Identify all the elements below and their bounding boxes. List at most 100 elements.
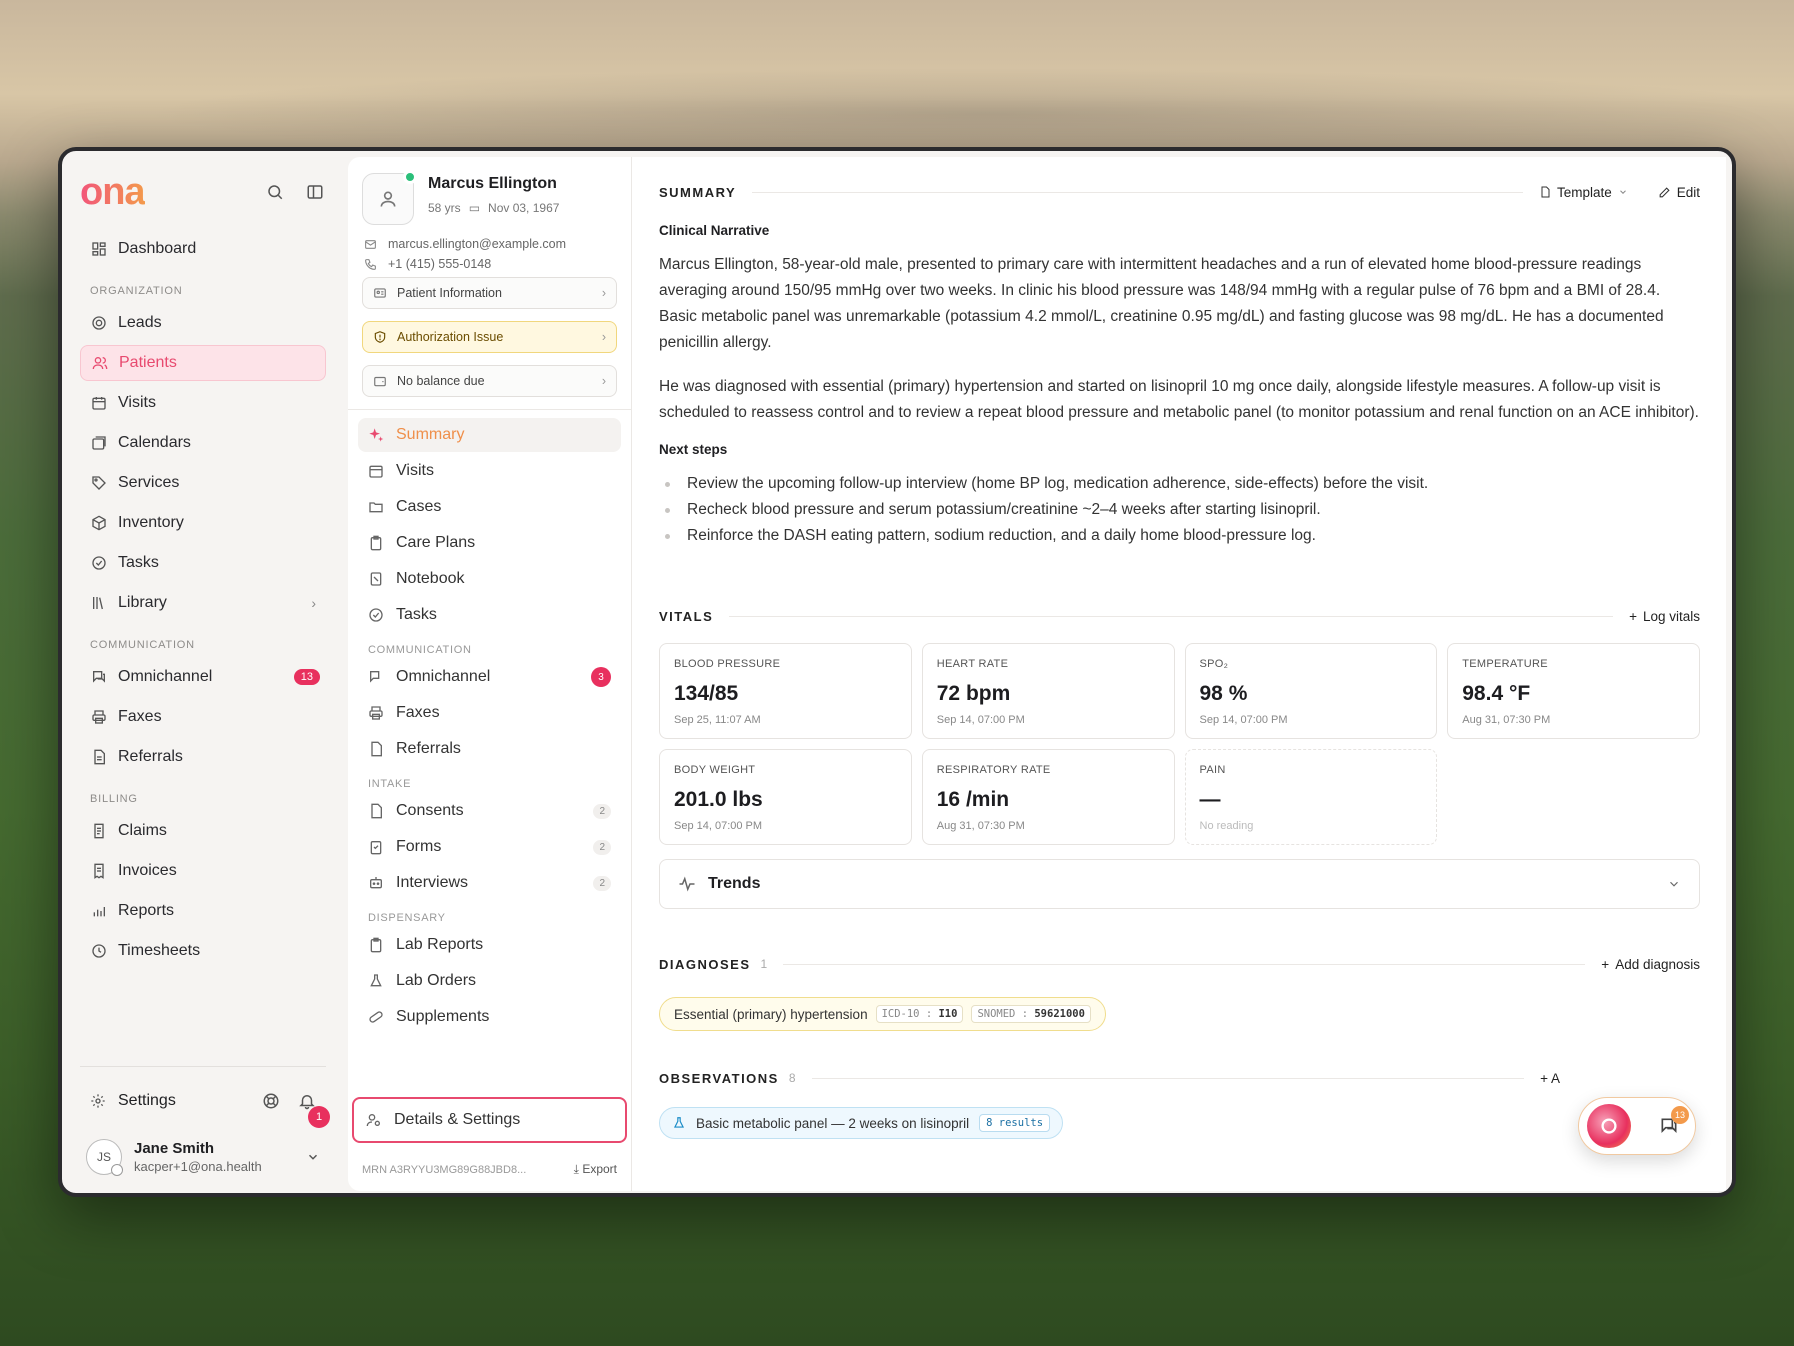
log-vitals-button[interactable]: + Log vitals [1629,609,1700,624]
assistant-orb-icon[interactable] [1587,1104,1631,1148]
robot-icon [368,875,386,891]
edit-button[interactable]: Edit [1658,185,1700,200]
results-count-tag: 8 results [979,1114,1051,1132]
patient-contact: marcus.ellington@example.com +1 (415) 55… [358,225,621,271]
observation-pill[interactable]: Basic metabolic panel — 2 weeks on lisin… [659,1107,1064,1139]
chevron-right-icon: › [311,595,316,611]
add-observation-button[interactable]: + A [1540,1071,1560,1086]
details-settings-button[interactable]: Details & Settings [352,1097,627,1143]
check-circle-icon [368,607,386,623]
subnav-label: Interviews [396,874,469,891]
nav-library[interactable]: Library › [80,585,326,621]
add-diagnosis-label: Add diagnosis [1615,956,1700,972]
clinical-narrative-title: Clinical Narrative [659,223,770,238]
vital-label: SPO₂ [1199,658,1229,670]
subnav-interviews[interactable]: Interviews 2 [358,866,621,900]
patient-avatar [362,170,417,225]
vital-card-blood-pressure[interactable]: BLOOD PRESSURE 134/85 Sep 25, 11:07 AM [659,643,912,739]
subnav-omnichannel[interactable]: Omnichannel 3 [358,660,621,694]
nav-faxes[interactable]: Faxes [80,699,326,735]
nav-claims[interactable]: Claims [80,813,326,849]
nav-omnichannel[interactable]: Omnichannel 13 [80,659,326,695]
diagnosis-pill[interactable]: Essential (primary) hypertension ICD-10 … [659,997,1106,1031]
chevron-down-icon [1619,190,1626,194]
add-diagnosis-button[interactable]: + Add diagnosis [1601,957,1700,972]
nav-reports[interactable]: Reports [80,893,326,929]
subnav-lab-orders[interactable]: Lab Orders [358,964,621,998]
document-icon [90,748,108,766]
vital-value: 201.0 lbs [674,788,763,811]
nav-calendars[interactable]: Calendars [80,425,326,461]
subnav-notebook[interactable]: Notebook [358,562,621,596]
trends-accordion[interactable]: Trends [659,859,1700,909]
sidebar-toggle-icon[interactable] [304,181,326,203]
button-label: Authorization Issue [397,330,504,344]
subsection-dispensary: DISPENSARY [368,912,446,924]
user-name: Jane Smith [134,1140,215,1157]
nav-referrals[interactable]: Referrals [80,739,326,775]
vital-card-respiratory-rate[interactable]: RESPIRATORY RATE 16 /min Aug 31, 07:30 P… [921,749,1175,845]
subnav-summary[interactable]: Summary [358,418,621,452]
vital-card-body-weight[interactable]: BODY WEIGHT 201.0 lbs Sep 14, 07:00 PM [659,749,912,845]
subnav-consents[interactable]: Consents 2 [358,794,621,828]
help-lifebuoy-icon[interactable] [262,1092,280,1110]
vitals-grid: BLOOD PRESSURE 134/85 Sep 25, 11:07 AM H… [659,643,1700,845]
vital-value: 134/85 [674,682,739,705]
authorization-issue-button[interactable]: Authorization Issue › [362,321,617,353]
nav-label: Omnichannel [118,668,213,685]
wallet-icon [373,374,389,388]
subnav-cases[interactable]: Cases [358,490,621,524]
settings-link[interactable]: Settings [118,1092,176,1110]
narrative-paragraph: He was diagnosed with essential (primary… [659,378,1699,421]
nav-patients[interactable]: Patients [80,345,326,381]
template-dropdown[interactable]: Template [1539,185,1628,200]
subnav-tasks[interactable]: Tasks [358,598,621,632]
subnav-care-plans[interactable]: Care Plans [358,526,621,560]
calendar-grid-icon [368,463,386,479]
vital-card-heart-rate[interactable]: HEART RATE 72 bpm Sep 14, 07:00 PM [921,643,1175,739]
search-icon[interactable] [264,181,286,203]
export-button[interactable]: ⤓ Export [574,1162,617,1177]
nav-invoices[interactable]: Invoices [80,853,326,889]
balance-button[interactable]: No balance due › [362,365,617,397]
button-label: No balance due [397,374,485,388]
patient-email[interactable]: marcus.ellington@example.com [388,237,566,251]
nav-inventory[interactable]: Inventory [80,505,326,541]
vital-card-pain[interactable]: PAIN — No reading [1184,749,1438,845]
calendar-grid-icon [90,394,108,412]
floating-chat-widget[interactable]: 13 [1578,1097,1696,1155]
nav-timesheets[interactable]: Timesheets [80,933,326,969]
subnav-label: Omnichannel [396,668,491,685]
vital-card-spo2[interactable]: SPO₂ 98 % Sep 14, 07:00 PM [1184,643,1438,739]
flask-icon [672,1116,686,1130]
nav-label: Tasks [118,554,159,571]
calendar-stack-icon [90,434,108,452]
section-count: 1 [760,957,768,971]
subnav-supplements[interactable]: Supplements [358,1000,621,1034]
nav-services[interactable]: Services [80,465,326,501]
nav-label: Reports [118,902,175,919]
chevron-right-icon: › [601,330,606,344]
icd-value: I10 [938,1008,958,1020]
patient-phone[interactable]: +1 (415) 555-0148 [388,257,491,271]
nav-visits[interactable]: Visits [80,385,326,421]
subnav-visits[interactable]: Visits [358,454,621,488]
subnav-lab-reports[interactable]: Lab Reports [358,928,621,962]
nav-leads[interactable]: Leads [80,305,326,341]
section-organization: ORGANIZATION [90,285,183,297]
sparkle-icon [368,427,386,443]
subnav-referrals[interactable]: Referrals [358,732,621,766]
chat-badge: 13 [1671,1106,1689,1124]
chevron-down-icon[interactable] [306,1150,320,1164]
subnav-forms[interactable]: Forms 2 [358,830,621,864]
nav-dashboard[interactable]: Dashboard [80,231,326,267]
user-menu[interactable]: JS Jane Smith kacper+1@ona.health [80,1139,326,1176]
nav-tasks[interactable]: Tasks [80,545,326,581]
id-card-icon [373,286,389,300]
next-steps-list: Review the upcoming follow-up interview … [659,471,1700,549]
chat-bubbles-icon[interactable]: 13 [1659,1106,1689,1136]
patient-information-button[interactable]: Patient Information › [362,277,617,309]
subnav-faxes[interactable]: Faxes [358,696,621,730]
vital-card-temperature[interactable]: TEMPERATURE 98.4 °F Aug 31, 07:30 PM [1447,643,1700,739]
subnav-label: Cases [396,498,442,515]
